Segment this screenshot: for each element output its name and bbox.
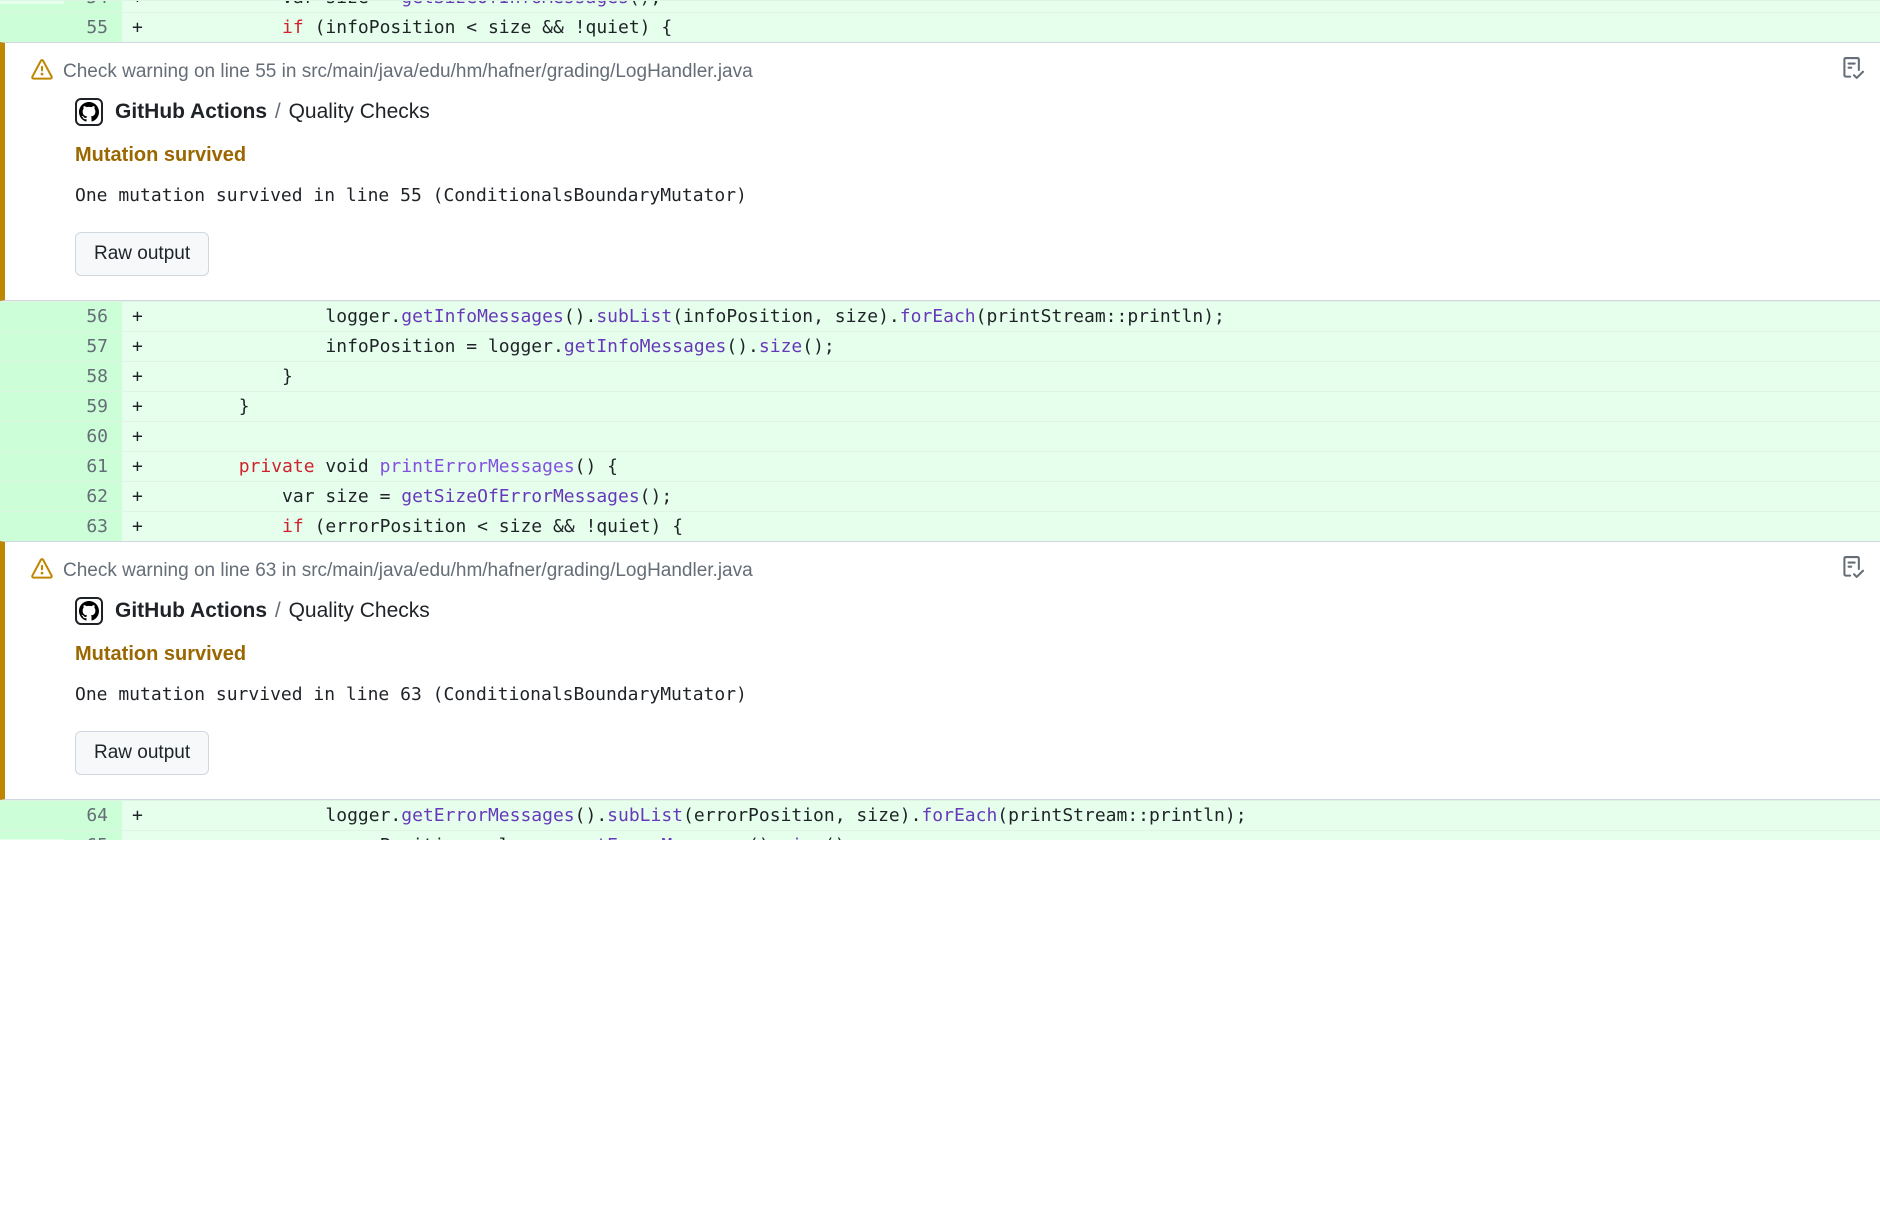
mark-reviewed-icon[interactable] <box>1842 57 1864 82</box>
diff-row: 61+ private void printErrorMessages() { <box>0 451 1880 481</box>
line-number-old <box>0 4 64 12</box>
github-logo-icon <box>75 98 103 126</box>
check-app-name[interactable]: GitHub Actions <box>115 100 267 123</box>
raw-output-button[interactable]: Raw output <box>75 731 209 775</box>
line-number-old <box>0 332 64 361</box>
code-content: } <box>152 362 1880 391</box>
diff-marker: + <box>122 512 152 541</box>
check-summary-text[interactable]: Check warning on line 63 in src/main/jav… <box>63 560 753 582</box>
check-name[interactable]: Quality Checks <box>289 599 430 622</box>
diff-row: 59+ } <box>0 391 1880 421</box>
code-content: infoPosition = logger.getInfoMessages().… <box>152 332 1880 361</box>
annotation-message: One mutation survived in line 55 (Condit… <box>75 185 1860 206</box>
diff-row: 55+ if (infoPosition < size && !quiet) { <box>0 12 1880 42</box>
diff-container: 54 + var size = getSizeOfInfoMessages();… <box>0 0 1880 840</box>
check-name[interactable]: Quality Checks <box>289 100 430 123</box>
line-number-old <box>0 512 64 541</box>
code-content: if (infoPosition < size && !quiet) { <box>152 13 1880 42</box>
line-number-new: 55 <box>64 13 122 42</box>
code-content: var size = getSizeOfErrorMessages(); <box>152 482 1880 511</box>
line-number-new: 63 <box>64 512 122 541</box>
diff-row: 64+ logger.getErrorMessages().subList(er… <box>0 800 1880 830</box>
line-number-new: 56 <box>64 302 122 331</box>
code-content: } <box>152 392 1880 421</box>
code-content: errorPosition = logger.getErrorMessages(… <box>152 831 1880 840</box>
diff-row: 60+ <box>0 421 1880 451</box>
code-content: logger.getErrorMessages().subList(errorP… <box>152 801 1880 830</box>
diff-row: 62+ var size = getSizeOfErrorMessages(); <box>0 481 1880 511</box>
line-number-old <box>0 831 64 839</box>
code-content: private void printErrorMessages() { <box>152 452 1880 481</box>
check-annotation: Check warning on line 55 in src/main/jav… <box>0 42 1880 301</box>
separator: / <box>275 599 281 622</box>
line-number-old <box>0 302 64 331</box>
line-number-old <box>0 392 64 421</box>
check-app-name[interactable]: GitHub Actions <box>115 599 267 622</box>
annotation-message: One mutation survived in line 63 (Condit… <box>75 684 1860 705</box>
separator: / <box>275 100 281 123</box>
diff-marker: + <box>122 0 152 12</box>
line-number-new: 64 <box>64 801 122 830</box>
diff-marker: + <box>122 801 152 830</box>
diff-row: 63+ if (errorPosition < size && !quiet) … <box>0 511 1880 541</box>
annotation-title: Mutation survived <box>75 144 1860 167</box>
line-number-old <box>0 13 64 42</box>
check-source: GitHub Actions / Quality Checks <box>75 597 1860 625</box>
diff-marker: + <box>122 831 152 840</box>
line-number-new: 58 <box>64 362 122 391</box>
diff-row: 56+ logger.getInfoMessages().subList(inf… <box>0 301 1880 331</box>
code-content: var size = getSizeOfInfoMessages(); <box>152 0 1880 12</box>
code-content: logger.getInfoMessages().subList(infoPos… <box>152 302 1880 331</box>
annotation-title: Mutation survived <box>75 643 1860 666</box>
diff-row: 58+ } <box>0 361 1880 391</box>
line-number-new: 59 <box>64 392 122 421</box>
check-source: GitHub Actions / Quality Checks <box>75 98 1860 126</box>
line-number-new: 62 <box>64 482 122 511</box>
line-number-old <box>0 362 64 391</box>
diff-marker: + <box>122 362 152 391</box>
check-annotation: Check warning on line 63 in src/main/jav… <box>0 541 1880 800</box>
warning-icon <box>31 558 53 583</box>
diff-row-partial-top: 54 + var size = getSizeOfInfoMessages(); <box>0 0 1880 12</box>
diff-marker: + <box>122 452 152 481</box>
github-logo-icon <box>75 597 103 625</box>
diff-marker: + <box>122 302 152 331</box>
warning-icon <box>31 59 53 84</box>
line-number-old <box>0 801 64 830</box>
code-content: if (errorPosition < size && !quiet) { <box>152 512 1880 541</box>
diff-marker: + <box>122 392 152 421</box>
mark-reviewed-icon[interactable] <box>1842 556 1864 581</box>
diff-row-partial-bottom: 65 + errorPosition = logger.getErrorMess… <box>0 830 1880 840</box>
diff-row: 57+ infoPosition = logger.getInfoMessage… <box>0 331 1880 361</box>
diff-marker: + <box>122 482 152 511</box>
line-number-old <box>0 452 64 481</box>
line-number-new: 61 <box>64 452 122 481</box>
diff-marker: + <box>122 332 152 361</box>
line-number-old <box>0 482 64 511</box>
line-number-old <box>0 422 64 451</box>
line-number-new: 54 <box>64 0 122 12</box>
line-number-new: 65 <box>64 831 122 840</box>
check-summary-text[interactable]: Check warning on line 55 in src/main/jav… <box>63 61 753 83</box>
raw-output-button[interactable]: Raw output <box>75 232 209 276</box>
line-number-new: 60 <box>64 422 122 451</box>
diff-marker: + <box>122 13 152 42</box>
line-number-new: 57 <box>64 332 122 361</box>
code-content <box>152 422 1880 451</box>
diff-marker: + <box>122 422 152 451</box>
